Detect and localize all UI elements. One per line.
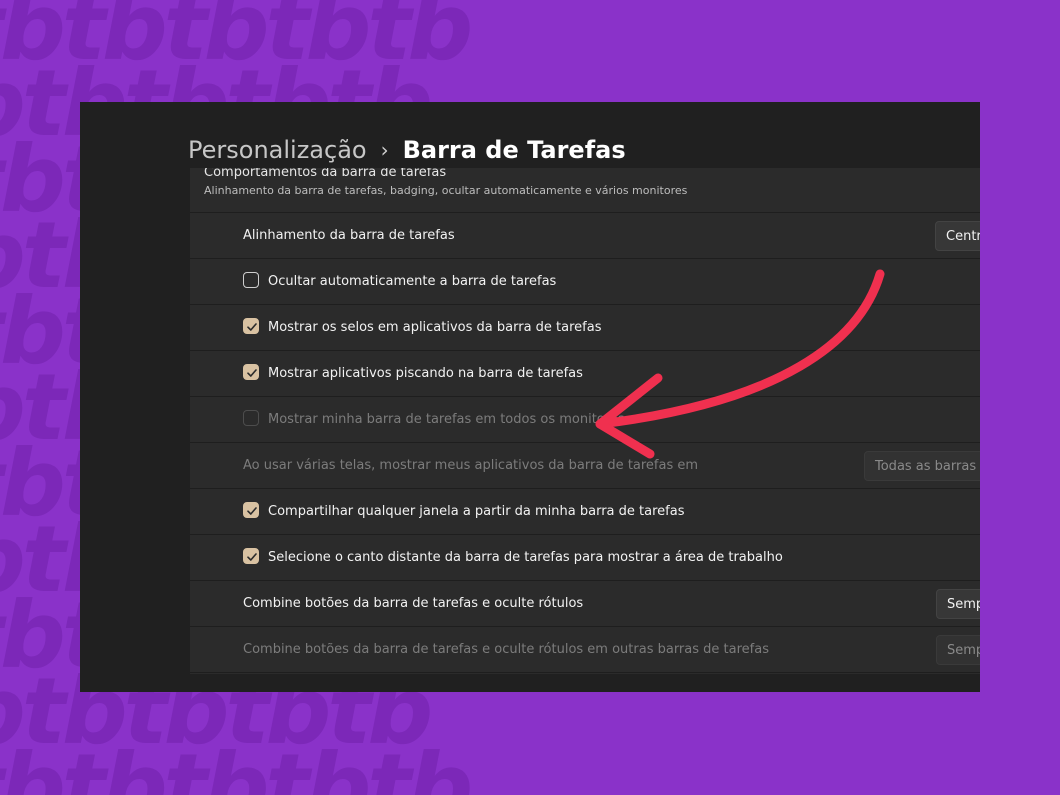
breadcrumb: Personalização › Barra de Tarefas [188, 132, 626, 168]
watermark-row: tbtbtbtbtb [0, 734, 473, 795]
section-title: Comportamentos da barra de tarefas [204, 168, 447, 180]
setting-row-auto-hide[interactable]: Ocultar automaticamente a barra de taref… [190, 259, 980, 305]
page-title: Barra de Tarefas [402, 136, 626, 164]
setting-label: Combine botões da barra de tarefas e ocu… [243, 642, 769, 657]
checkmark-icon [247, 369, 257, 377]
section-header[interactable]: Comportamentos da barra de tarefas Alinh… [190, 168, 980, 213]
badges-checkbox[interactable] [243, 318, 259, 334]
setting-label: Mostrar minha barra de tarefas em todos … [268, 412, 625, 427]
setting-row-far-corner[interactable]: Selecione o canto distante da barra de t… [190, 535, 980, 581]
setting-label: Mostrar os selos em aplicativos da barra… [268, 320, 602, 335]
auto-hide-checkbox[interactable] [243, 272, 259, 288]
setting-row-badges[interactable]: Mostrar os selos em aplicativos da barra… [190, 305, 980, 351]
share-window-checkbox[interactable] [243, 502, 259, 518]
checkmark-icon [247, 323, 257, 331]
setting-row-all-monitors: Mostrar minha barra de tarefas em todos … [190, 397, 980, 443]
setting-label: Ocultar automaticamente a barra de taref… [268, 274, 557, 289]
setting-row-share-window[interactable]: Compartilhar qualquer janela a partir da… [190, 489, 980, 535]
taskbar-alignment-dropdown[interactable]: Centro [935, 221, 980, 251]
chevron-right-icon: › [380, 138, 389, 162]
all-monitors-checkbox [243, 410, 259, 426]
combine-buttons-other-dropdown: Sempre [936, 635, 980, 665]
multi-display-dropdown: Todas as barras de [864, 451, 980, 481]
setting-row-flashing-apps[interactable]: Mostrar aplicativos piscando na barra de… [190, 351, 980, 397]
setting-row-combine-buttons: Combine botões da barra de tarefas e ocu… [190, 581, 980, 627]
setting-label: Compartilhar qualquer janela a partir da… [268, 504, 685, 519]
setting-label: Combine botões da barra de tarefas e ocu… [243, 596, 584, 611]
checkmark-icon [247, 553, 257, 561]
setting-row-multi-display-apps: Ao usar várias telas, mostrar meus aplic… [190, 443, 980, 489]
setting-label: Alinhamento da barra de tarefas [243, 228, 455, 243]
combine-buttons-dropdown[interactable]: Sempre [936, 589, 980, 619]
setting-row-taskbar-alignment: Alinhamento da barra de tarefas Centro [190, 213, 980, 259]
settings-window: Personalização › Barra de Tarefas Compor… [80, 102, 980, 692]
flashing-apps-checkbox[interactable] [243, 364, 259, 380]
taskbar-behaviors-panel: Comportamentos da barra de tarefas Alinh… [190, 168, 980, 674]
setting-label: Mostrar aplicativos piscando na barra de… [268, 366, 583, 381]
setting-label: Ao usar várias telas, mostrar meus aplic… [243, 458, 699, 473]
far-corner-checkbox[interactable] [243, 548, 259, 564]
checkmark-icon [247, 507, 257, 515]
setting-label: Selecione o canto distante da barra de t… [268, 550, 783, 565]
setting-row-combine-buttons-other: Combine botões da barra de tarefas e ocu… [190, 627, 980, 673]
section-subtitle: Alinhamento da barra de tarefas, badging… [204, 184, 688, 197]
breadcrumb-parent-link[interactable]: Personalização [188, 136, 367, 164]
